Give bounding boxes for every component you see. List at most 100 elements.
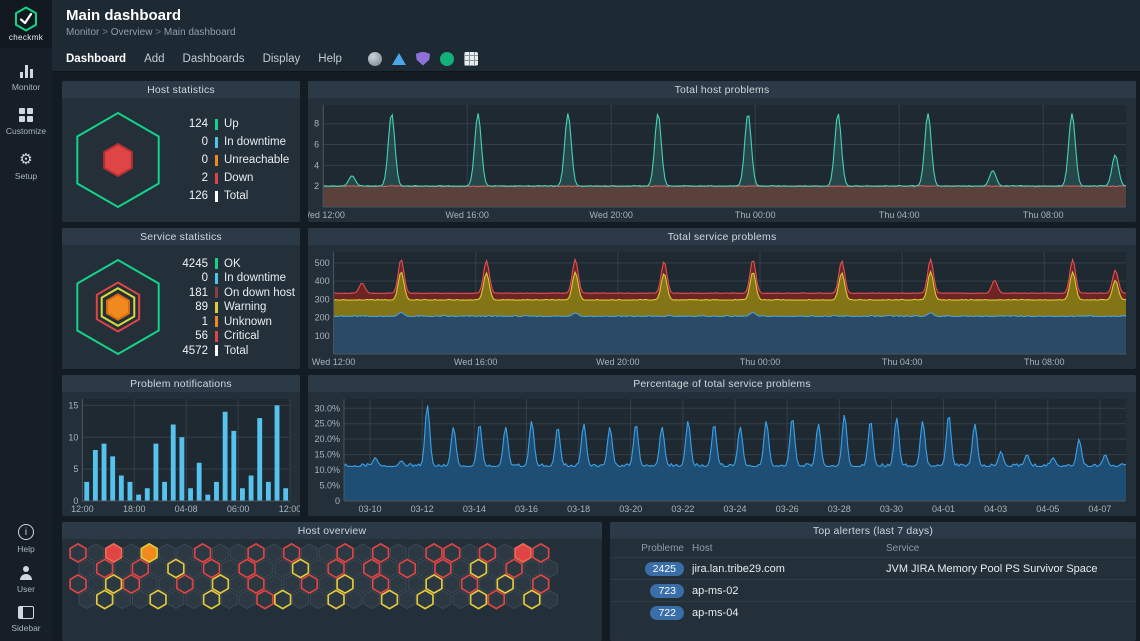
alerter-host[interactable]: jira.lan.tribe29.com bbox=[692, 563, 878, 575]
host-hexagon[interactable] bbox=[337, 544, 353, 562]
status-row-in-downtime[interactable]: 0In downtime bbox=[170, 136, 292, 148]
service-stats-hexagon[interactable] bbox=[66, 251, 170, 363]
host-hexagon[interactable] bbox=[310, 559, 326, 577]
status-row-critical[interactable]: 56Critical bbox=[170, 330, 295, 342]
host-hexagon[interactable] bbox=[106, 575, 122, 593]
host-hexagon[interactable] bbox=[186, 559, 202, 577]
host-hexagon[interactable] bbox=[497, 544, 513, 562]
host-hexagon[interactable] bbox=[248, 544, 264, 562]
host-hexagon[interactable] bbox=[168, 559, 184, 577]
status-row-unreachable[interactable]: 0Unreachable bbox=[170, 154, 292, 166]
status-row-on-down-host[interactable]: 181On down host bbox=[170, 287, 295, 299]
host-hexagon[interactable] bbox=[506, 590, 522, 608]
host-hexagon[interactable] bbox=[533, 575, 549, 593]
status-row-up[interactable]: 124Up bbox=[170, 118, 292, 130]
menu-item-display[interactable]: Display bbox=[263, 53, 301, 65]
host-hexagon[interactable] bbox=[382, 559, 398, 577]
problem-count-badge[interactable]: 723 bbox=[650, 584, 684, 598]
breadcrumb-item[interactable]: Monitor bbox=[66, 27, 99, 38]
menu-item-dashboard[interactable]: Dashboard bbox=[66, 53, 126, 65]
host-hexagon[interactable] bbox=[302, 575, 318, 593]
host-hexagon[interactable] bbox=[159, 544, 175, 562]
host-hexagon[interactable] bbox=[488, 590, 504, 608]
sidebar-item-user[interactable]: User bbox=[17, 566, 35, 594]
service-problems-chart[interactable]: 100200300400500Wed 12:00Wed 16:00Wed 20:… bbox=[308, 245, 1136, 369]
host-hexagon[interactable] bbox=[88, 544, 104, 562]
host-hexagon[interactable] bbox=[97, 590, 113, 608]
host-hexagon[interactable] bbox=[480, 544, 496, 562]
host-hexagon[interactable] bbox=[399, 590, 415, 608]
host-hexagon[interactable] bbox=[230, 544, 246, 562]
host-hexagon[interactable] bbox=[141, 575, 157, 593]
host-hexagon[interactable] bbox=[150, 559, 166, 577]
shield-icon[interactable] bbox=[416, 52, 430, 66]
host-hexagon[interactable] bbox=[195, 544, 211, 562]
host-hexagon[interactable] bbox=[373, 544, 389, 562]
warning-triangle-icon[interactable] bbox=[392, 53, 406, 65]
host-hexagon[interactable] bbox=[79, 590, 95, 608]
host-hexagon[interactable] bbox=[302, 544, 318, 562]
host-hexagon[interactable] bbox=[293, 559, 309, 577]
host-hexagon[interactable] bbox=[328, 559, 344, 577]
notifications-chart[interactable]: 05101512:0018:0004-0806:0012:00 bbox=[62, 392, 300, 516]
breadcrumb-item[interactable]: Main dashboard bbox=[164, 27, 236, 38]
host-hexagon[interactable] bbox=[328, 590, 344, 608]
host-hexagon[interactable] bbox=[115, 559, 131, 577]
host-hexagon[interactable] bbox=[524, 590, 540, 608]
host-hexagon[interactable] bbox=[444, 544, 460, 562]
host-hexagon[interactable] bbox=[239, 590, 255, 608]
host-hexagon[interactable] bbox=[391, 575, 407, 593]
table-icon[interactable] bbox=[464, 52, 478, 66]
host-hexagon[interactable] bbox=[257, 559, 273, 577]
menu-item-help[interactable]: Help bbox=[318, 53, 342, 65]
menu-item-add[interactable]: Add bbox=[144, 53, 164, 65]
host-hexagon[interactable] bbox=[310, 590, 326, 608]
host-hexagon[interactable] bbox=[346, 590, 362, 608]
host-hexagon[interactable] bbox=[319, 544, 335, 562]
host-hexagon[interactable] bbox=[141, 544, 157, 562]
status-row-warning[interactable]: 89Warning bbox=[170, 301, 295, 313]
column-header-host[interactable]: Host bbox=[692, 543, 878, 554]
host-hexagon[interactable] bbox=[426, 544, 442, 562]
sidebar-item-help[interactable]: i Help bbox=[17, 524, 34, 554]
host-hexagon[interactable] bbox=[453, 590, 469, 608]
host-hexagon[interactable] bbox=[444, 575, 460, 593]
host-hexagon[interactable] bbox=[150, 590, 166, 608]
host-hexagon[interactable] bbox=[88, 575, 104, 593]
host-hexagon[interactable] bbox=[373, 575, 389, 593]
host-hexagon[interactable] bbox=[515, 575, 531, 593]
host-hexagon[interactable] bbox=[435, 559, 451, 577]
host-hexagon[interactable] bbox=[230, 575, 246, 593]
host-hexagon[interactable] bbox=[266, 544, 282, 562]
checkmk-logo[interactable]: checkmk bbox=[0, 0, 52, 48]
host-hexagon[interactable] bbox=[204, 590, 220, 608]
host-hexagon[interactable] bbox=[408, 544, 424, 562]
host-hexagon[interactable] bbox=[248, 575, 264, 593]
status-row-total[interactable]: 4572Total bbox=[170, 345, 295, 357]
host-hexagon[interactable] bbox=[221, 590, 237, 608]
host-problems-chart[interactable]: 2468Wed 12:00Wed 16:00Wed 20:00Thu 00:00… bbox=[308, 98, 1136, 222]
host-hexagon[interactable] bbox=[159, 575, 175, 593]
problem-count-badge[interactable]: 722 bbox=[650, 606, 684, 620]
host-hexagon[interactable] bbox=[79, 559, 95, 577]
host-hexagon[interactable] bbox=[462, 544, 478, 562]
breadcrumb-item[interactable]: Overview bbox=[111, 27, 153, 38]
checkmark-circle-icon[interactable] bbox=[440, 52, 454, 66]
host-hexagon[interactable] bbox=[257, 590, 273, 608]
host-hexagon[interactable] bbox=[506, 559, 522, 577]
host-hexagon[interactable] bbox=[132, 559, 148, 577]
host-hexagon[interactable] bbox=[70, 575, 86, 593]
host-hexagon[interactable] bbox=[542, 559, 558, 577]
host-hexagon[interactable] bbox=[97, 559, 113, 577]
host-hexagon[interactable] bbox=[132, 590, 148, 608]
service-percentage-chart[interactable]: 05.0%10.0%15.0%20.0%25.0%30.0%03-1003-12… bbox=[308, 392, 1136, 516]
host-hexagon[interactable] bbox=[435, 590, 451, 608]
host-hexagon[interactable] bbox=[106, 544, 122, 562]
column-header-service[interactable]: Service bbox=[886, 543, 1126, 554]
host-hexagon[interactable] bbox=[177, 544, 193, 562]
status-row-ok[interactable]: 4245OK bbox=[170, 258, 295, 270]
host-hexagon[interactable] bbox=[355, 544, 371, 562]
host-hexagon[interactable] bbox=[382, 590, 398, 608]
host-hexagon[interactable] bbox=[204, 559, 220, 577]
host-hexagon[interactable] bbox=[124, 544, 140, 562]
